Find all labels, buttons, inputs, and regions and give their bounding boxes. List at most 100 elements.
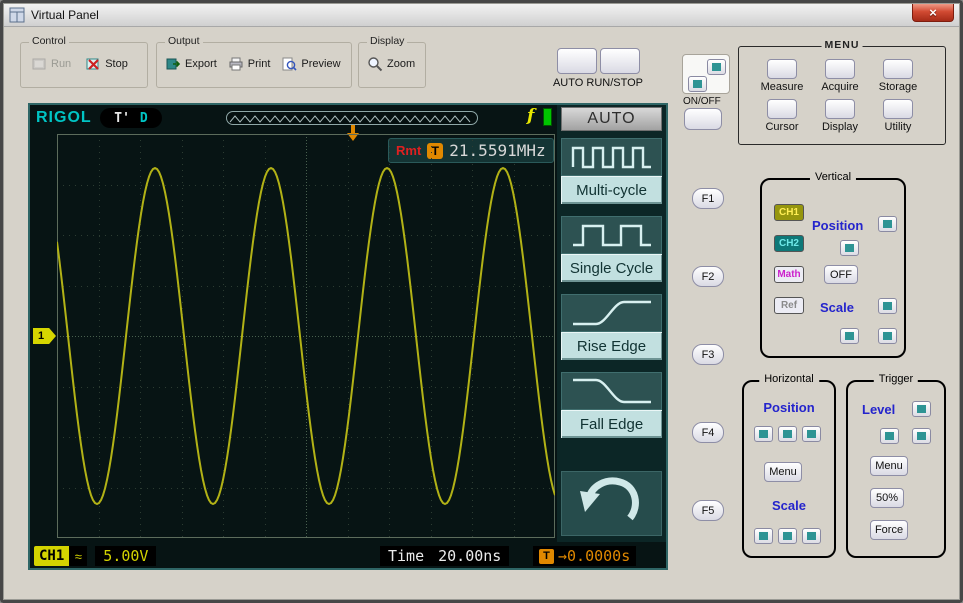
- run-button[interactable]: Run: [31, 56, 71, 72]
- soft-menu-multi-cycle[interactable]: Multi-cycle: [561, 138, 662, 204]
- timebase-readout: Time 20.00ns: [380, 546, 510, 566]
- vertical-scale-button-a[interactable]: [878, 298, 897, 314]
- close-icon: ×: [929, 5, 937, 20]
- auto-button[interactable]: [556, 48, 597, 74]
- ch1-button[interactable]: CH1: [774, 204, 804, 221]
- math-button[interactable]: Math: [774, 266, 804, 283]
- print-icon: [228, 56, 244, 72]
- updown-widget: [682, 54, 730, 94]
- horizontal-scale-button-1[interactable]: [754, 528, 773, 544]
- horizontal-scale-button-2[interactable]: [778, 528, 797, 544]
- menu-cell-storage: Storage: [869, 59, 927, 93]
- onoff-button[interactable]: [684, 108, 722, 130]
- display-button[interactable]: [825, 99, 855, 119]
- zoom-button[interactable]: Zoom: [367, 56, 415, 72]
- trigger-menu-button[interactable]: Menu: [870, 456, 908, 476]
- measure-button[interactable]: [767, 59, 797, 79]
- storage-button[interactable]: [883, 59, 913, 79]
- output-buttons-row: Export Print Preview: [157, 43, 351, 72]
- preview-button[interactable]: Preview: [281, 56, 341, 72]
- teal-square-icon: [807, 532, 816, 540]
- horizontal-scale-button-3[interactable]: [802, 528, 821, 544]
- trigger-force-button[interactable]: Force: [870, 520, 908, 540]
- channel1-position-marker: 1: [33, 328, 56, 344]
- off-button[interactable]: OFF: [824, 265, 858, 284]
- horizontal-position-button-1[interactable]: [754, 426, 773, 442]
- utility-button-label: Utility: [884, 121, 912, 133]
- f1-button[interactable]: F1: [692, 188, 724, 209]
- menu-cell-utility: Utility: [869, 99, 927, 133]
- teal-square-icon: [883, 332, 892, 340]
- updown-down-button[interactable]: [688, 76, 707, 92]
- vertical-scale-button-c[interactable]: [878, 328, 897, 344]
- undo-arrow-icon: [579, 474, 644, 533]
- window-icon[interactable]: [9, 7, 25, 23]
- ref-button[interactable]: Ref: [774, 297, 804, 314]
- f5-button[interactable]: F5: [692, 500, 724, 521]
- preview-icon: [281, 56, 297, 72]
- trigger-level-button-1[interactable]: [912, 401, 931, 417]
- single-cycle-waveform-icon: [561, 216, 662, 254]
- display-group: Display Zoom: [358, 35, 426, 88]
- trigger-fifty-percent-button[interactable]: 50%: [870, 488, 904, 508]
- f3-button[interactable]: F3: [692, 344, 724, 365]
- teal-square-icon: [712, 63, 721, 71]
- vertical-position-button-b[interactable]: [840, 240, 859, 256]
- vertical-scale-label: Scale: [820, 300, 854, 315]
- f4-button[interactable]: F4: [692, 422, 724, 443]
- horizontal-menu-button[interactable]: Menu: [764, 462, 802, 482]
- control-group-label: Control: [29, 35, 69, 47]
- zoom-icon: [367, 56, 383, 72]
- oscilloscope-screen: RIGOL T' D f Rmt T 21.5591MHz 1 CH1 ≈ 5.…: [28, 103, 668, 570]
- horizontal-position-button-3[interactable]: [802, 426, 821, 442]
- trigger-status-box: T' D: [100, 108, 162, 128]
- vertical-position-label: Position: [812, 218, 864, 233]
- trigger-level-button-3[interactable]: [912, 428, 931, 444]
- close-button[interactable]: ×: [912, 3, 954, 22]
- vertical-position-button-a[interactable]: [878, 216, 897, 232]
- menu-cell-display: Display: [811, 99, 869, 133]
- f2-button[interactable]: F2: [692, 266, 724, 287]
- cursor-button[interactable]: [767, 99, 797, 119]
- soft-menu-rise-edge[interactable]: Rise Edge: [561, 294, 662, 360]
- acquire-button[interactable]: [825, 59, 855, 79]
- trigger-status: T': [114, 110, 130, 126]
- measure-button-label: Measure: [760, 81, 804, 93]
- horizontal-panel-label: Horizontal: [759, 373, 819, 385]
- teal-square-icon: [845, 332, 854, 340]
- run-stop-button[interactable]: [599, 48, 640, 74]
- print-button[interactable]: Print: [228, 56, 271, 72]
- soft-menu-single-cycle[interactable]: Single Cycle: [561, 216, 662, 282]
- horizontal-position-label: Position: [763, 400, 815, 415]
- horizontal-panel: Horizontal Position Menu Scale: [742, 373, 836, 558]
- preview-button-label: Preview: [301, 58, 341, 70]
- zoom-button-label: Zoom: [387, 58, 416, 70]
- channel1-badge: CH1: [34, 546, 70, 566]
- display-group-label: Display: [367, 35, 408, 47]
- soft-menu-back[interactable]: [561, 471, 662, 536]
- cursor-button-label: Cursor: [765, 121, 799, 133]
- display-button-label: Display: [821, 121, 859, 133]
- teal-square-icon: [885, 432, 894, 440]
- print-button-label: Print: [247, 58, 271, 70]
- vertical-panel-label: Vertical: [809, 171, 857, 183]
- coupling-icon: ≈: [69, 546, 88, 566]
- control-group: Control Run Stop: [20, 35, 148, 88]
- soft-menu-rise-edge-label: Rise Edge: [561, 332, 662, 360]
- status-green-indicator: [543, 108, 552, 126]
- export-icon: [165, 56, 181, 72]
- acquire-button-label: Acquire: [821, 81, 859, 93]
- waveform-memory-icon: [229, 115, 471, 123]
- rise-edge-waveform-icon: [561, 294, 662, 332]
- soft-menu-fall-edge[interactable]: Fall Edge: [561, 372, 662, 438]
- vertical-scale-button-b[interactable]: [840, 328, 859, 344]
- updown-up-button[interactable]: [707, 59, 726, 75]
- utility-button[interactable]: [883, 99, 913, 119]
- stop-button[interactable]: Stop: [85, 56, 128, 72]
- trigger-level-button-2[interactable]: [880, 428, 899, 444]
- titlebar[interactable]: Virtual Panel ×: [3, 3, 960, 27]
- frequency-counter-icon: f: [527, 106, 535, 126]
- horizontal-position-button-2[interactable]: [778, 426, 797, 442]
- export-button[interactable]: Export: [165, 56, 217, 72]
- ch2-button[interactable]: CH2: [774, 235, 804, 252]
